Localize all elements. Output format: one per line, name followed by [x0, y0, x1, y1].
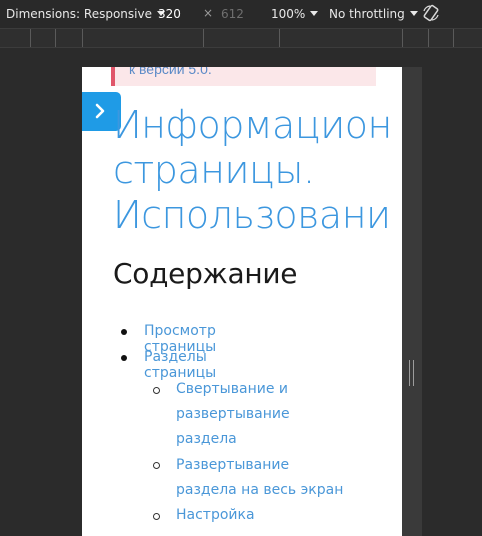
ruler-tick [203, 29, 204, 47]
chevron-down-icon [409, 11, 418, 16]
times-sign: × [203, 6, 214, 20]
ruler-tick [279, 29, 280, 47]
height-input[interactable]: 612 [221, 7, 244, 21]
device-toolbar: Dimensions: Responsive 320 × 612 100% No… [0, 0, 482, 28]
grip-line [413, 360, 414, 386]
version-notice: к версии 5.0. [111, 67, 376, 86]
device-viewport: к версии 5.0. Информацион страницы. Испо… [82, 67, 402, 536]
bullet-circle [153, 387, 160, 394]
ruler-tick [82, 29, 83, 47]
zoom-label: 100% [271, 7, 306, 21]
rotate-icon[interactable] [422, 4, 440, 22]
resize-handle[interactable] [409, 360, 415, 386]
toc-link-settings[interactable]: Настройка [176, 503, 336, 528]
toc-link-fullscreen[interactable]: Развертывание раздела на весь экран [176, 453, 356, 503]
width-input[interactable]: 320 [158, 7, 181, 21]
bullet-disc [121, 355, 127, 361]
media-query-ruler [0, 28, 482, 48]
bullet-circle [153, 462, 160, 469]
ruler-tick [55, 29, 56, 47]
ruler-tick [428, 29, 429, 47]
throttling-dropdown[interactable]: No throttling [329, 7, 418, 21]
chevron-right-icon [95, 103, 105, 119]
ruler-tick [402, 29, 403, 47]
viewport-gutter [402, 67, 422, 536]
notice-text: к версии 5.0. [129, 67, 212, 77]
chevron-down-icon [310, 11, 319, 16]
ruler-tick [453, 29, 454, 47]
page-title: Информацион страницы. Использовани [113, 103, 392, 237]
throttling-label: No throttling [329, 7, 405, 21]
zoom-dropdown[interactable]: 100% [271, 7, 319, 21]
dimensions-label: Dimensions: Responsive [6, 7, 152, 21]
dimensions-dropdown[interactable]: Dimensions: Responsive [6, 7, 165, 21]
toc-link-collapse-expand[interactable]: Свертывание и развертывание раздела [176, 377, 336, 452]
ruler-tick [30, 29, 31, 47]
bullet-circle [153, 513, 160, 520]
grip-line [409, 360, 410, 386]
toc-heading: Содержание [113, 257, 298, 290]
bullet-disc [121, 329, 127, 335]
